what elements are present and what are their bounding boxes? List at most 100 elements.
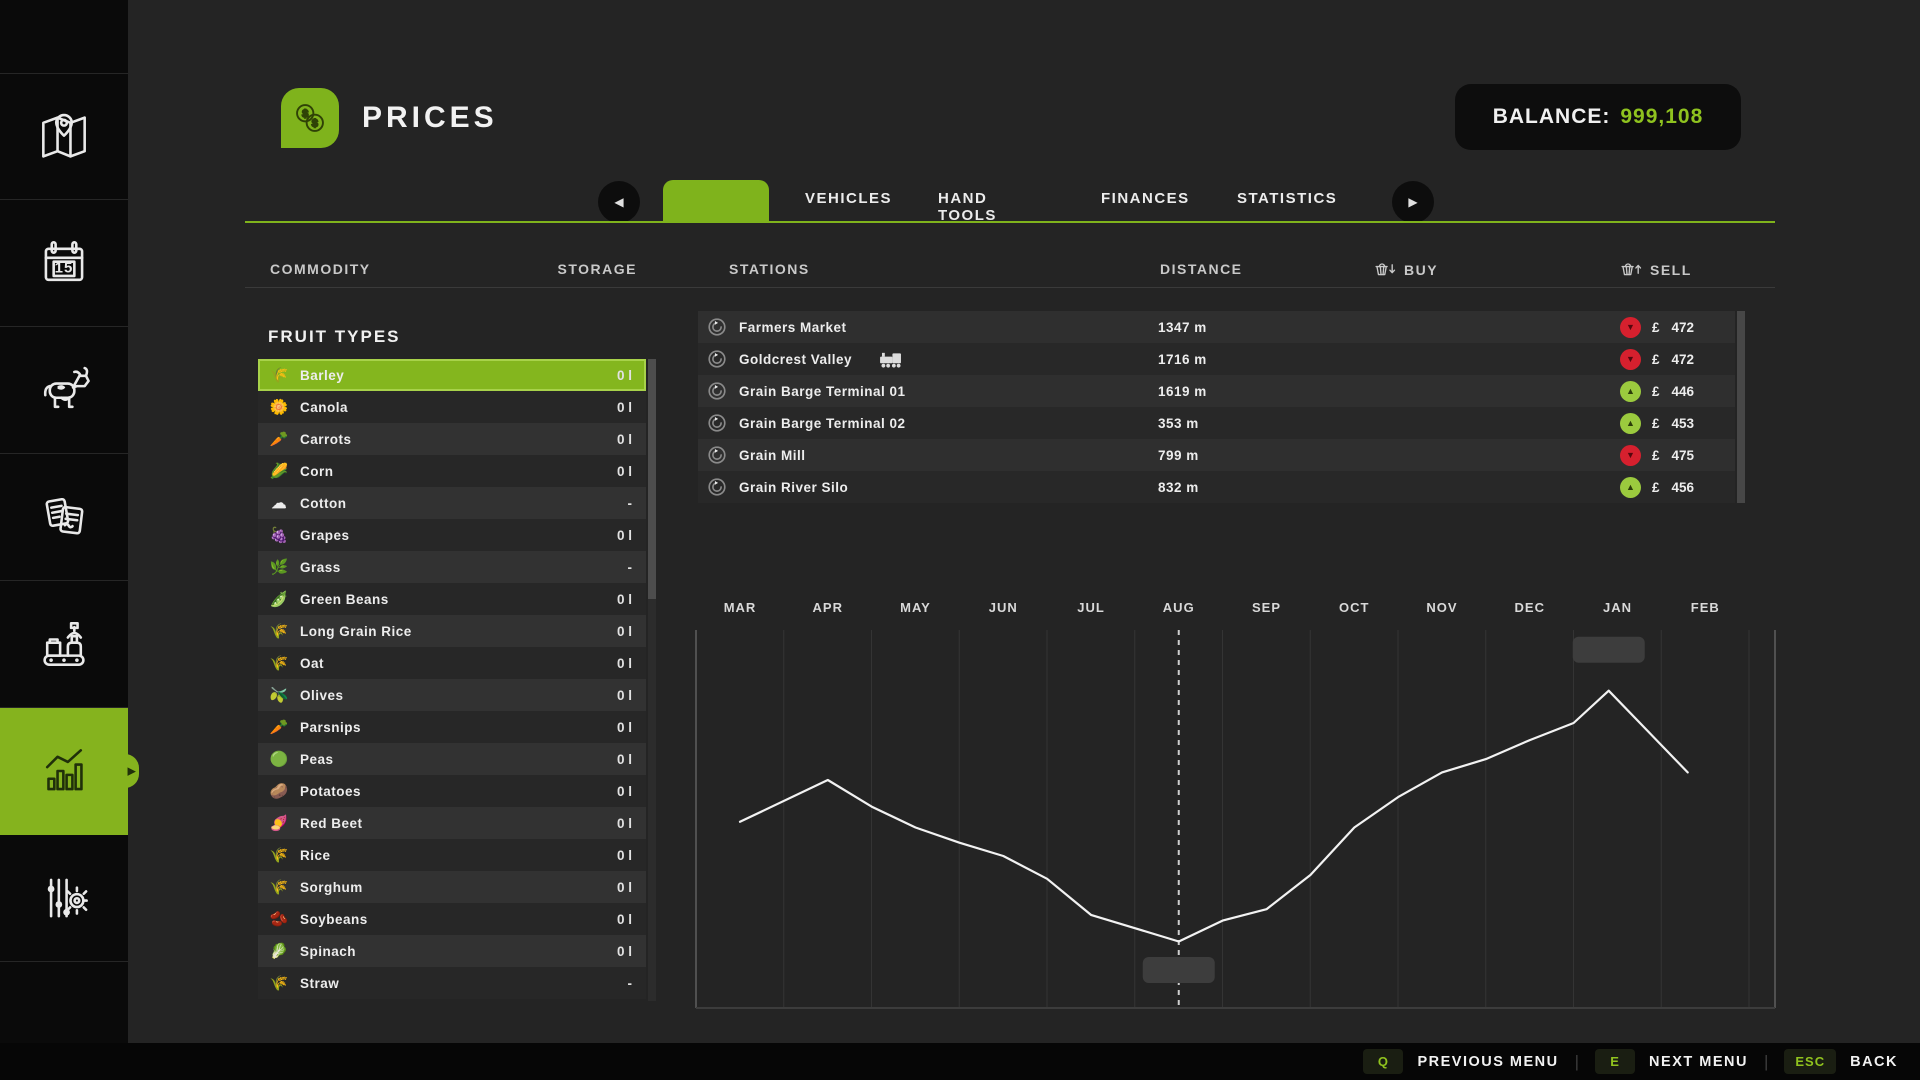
station-row[interactable]: Farmers Market 1347 m ▼ £ 472	[698, 311, 1735, 343]
column-header-storage: STORAGE	[557, 261, 637, 277]
fruit-type-row[interactable]: 🌾 Straw -	[258, 967, 646, 999]
sell-price-value: 456	[1671, 479, 1695, 495]
currency-symbol: £	[1652, 383, 1660, 399]
shortcut-back[interactable]: ESC BACK	[1784, 1049, 1898, 1074]
station-distance: 832 m	[1158, 479, 1199, 495]
station-row[interactable]: Grain Barge Terminal 02 353 m ▲ £ 453	[698, 407, 1735, 439]
fruit-name: Peas	[300, 751, 334, 767]
statistics-icon	[33, 740, 95, 802]
sidebar-item-statistics[interactable]: ▶	[0, 708, 136, 835]
active-notch-icon: ▶	[127, 765, 136, 778]
station-sell-price: £ 446	[1652, 384, 1694, 399]
sidebar-item-map[interactable]: ▶	[0, 73, 128, 200]
fruit-list-scroll-thumb[interactable]	[648, 359, 656, 599]
fruit-icon: 🫒	[269, 687, 289, 704]
shortcut-previous-menu[interactable]: Q PREVIOUS MENU	[1363, 1049, 1558, 1074]
sell-price-value: 472	[1671, 319, 1695, 335]
sidebar-item-production[interactable]: ▶	[0, 581, 128, 708]
sidebar-item-calendar[interactable]: 15 ▶	[0, 200, 128, 327]
fruit-type-row[interactable]: 🫘 Soybeans 0 l	[258, 903, 646, 935]
prices-coins-icon	[281, 88, 339, 148]
train-icon	[878, 350, 904, 369]
map-icon	[33, 106, 95, 168]
sidebar-item-animals[interactable]: ▶	[0, 327, 128, 454]
stations-scrollbar[interactable]	[1737, 311, 1745, 503]
visit-station-icon	[706, 348, 728, 370]
fruit-storage-value: 0 l	[616, 463, 632, 479]
fruit-type-row[interactable]: 🥕 Parsnips 0 l	[258, 711, 646, 743]
fruit-name: Canola	[300, 399, 349, 415]
fruit-storage-value: 0 l	[616, 591, 632, 607]
tab-hand-tools[interactable]: HAND TOOLS	[938, 190, 997, 224]
column-header-distance: DISTANCE	[1160, 261, 1243, 277]
station-name: Goldcrest Valley	[739, 351, 853, 367]
tab-finances[interactable]: FINANCES	[1101, 190, 1190, 207]
fruit-type-row[interactable]: 🌾 Sorghum 0 l	[258, 871, 646, 903]
shortcut-label: BACK	[1850, 1053, 1898, 1070]
fruit-type-row[interactable]: ☁ Cotton -	[258, 487, 646, 519]
currency-symbol: £	[1652, 479, 1660, 495]
fruit-name: Corn	[300, 463, 334, 479]
production-icon	[33, 613, 95, 675]
basket-sell-icon	[1620, 261, 1642, 278]
tab-vehicles[interactable]: VEHICLES	[805, 190, 892, 207]
fruit-icon: 🍠	[269, 815, 289, 832]
sidebar-item-contracts[interactable]: ▶	[0, 454, 128, 581]
footer-bar: Q PREVIOUS MENU | E NEXT MENU | ESC BACK	[0, 1043, 1920, 1080]
month-label-mar: MAR	[724, 600, 757, 615]
fruit-type-row[interactable]: 🌽 Corn 0 l	[258, 455, 646, 487]
fruit-name: Rice	[300, 847, 331, 863]
fruit-storage-value: 0 l	[616, 783, 632, 799]
sell-price-value: 475	[1671, 447, 1695, 463]
fruit-type-row[interactable]: 🥕 Carrots 0 l	[258, 423, 646, 455]
contracts-icon	[33, 486, 95, 548]
fruit-name: Olives	[300, 687, 344, 703]
fruit-type-row[interactable]: 🌾 Barley 0 l	[258, 359, 646, 391]
tab-active-prices[interactable]	[663, 180, 769, 223]
station-row[interactable]: Grain Mill 799 m ▼ £ 475	[698, 439, 1735, 471]
fruit-type-row[interactable]: 🌿 Grass -	[258, 551, 646, 583]
month-label-oct: OCT	[1339, 600, 1369, 615]
fruit-storage-value: 0 l	[616, 399, 632, 415]
fruit-name: Straw	[300, 975, 340, 991]
line-minimum-label-box	[1142, 957, 1215, 983]
fruit-type-row[interactable]: 🌼 Canola 0 l	[258, 391, 646, 423]
price-chart-svg: MAR APR MAY JUN JUL AUG SEP OCT NOV DEC JAN FEB	[695, 600, 1776, 1009]
fruit-icon: 🌼	[269, 399, 289, 416]
station-row[interactable]: Grain Barge Terminal 01 1619 m ▲ £ 446	[698, 375, 1735, 407]
tab-statistics[interactable]: STATISTICS	[1237, 190, 1337, 207]
sidebar: ▶ 15 ▶ ▶ ▶ ▶ ▶ ▶	[0, 0, 136, 1080]
fruit-list-scrollbar[interactable]	[648, 359, 656, 1001]
fruit-icon: 🌿	[269, 559, 289, 576]
station-name: Grain Barge Terminal 01	[739, 383, 906, 399]
fruit-name: Grass	[300, 559, 341, 575]
tabs-next-button[interactable]: ▶	[1392, 181, 1434, 223]
fruit-name: Grapes	[300, 527, 350, 543]
shortcut-next-menu[interactable]: E NEXT MENU	[1595, 1049, 1748, 1074]
sidebar-item-settings[interactable]: ▶	[0, 835, 128, 962]
station-row[interactable]: Goldcrest Valley 1716 m ▼ £ 472	[698, 343, 1735, 375]
fruit-type-row[interactable]: 🍠 Red Beet 0 l	[258, 807, 646, 839]
fruit-types-list: 🌾 Barley 0 l 🌼 Canola 0 l 🥕 Carrots 0 l …	[258, 359, 646, 999]
fruit-type-row[interactable]: 🌾 Oat 0 l	[258, 647, 646, 679]
fruit-type-row[interactable]: 🥬 Spinach 0 l	[258, 935, 646, 967]
fruit-storage-value: 0 l	[616, 815, 632, 831]
visit-station-icon	[706, 412, 728, 434]
arrow-left-icon: ◀	[614, 195, 624, 209]
column-header-stations: STATIONS	[729, 261, 810, 277]
station-sell-price: £ 453	[1652, 416, 1694, 431]
station-distance: 1347 m	[1158, 319, 1207, 335]
fruit-type-row[interactable]: 🍇 Grapes 0 l	[258, 519, 646, 551]
fruit-type-row[interactable]: 🌾 Long Grain Rice 0 l	[258, 615, 646, 647]
fruit-type-row[interactable]: 🫛 Green Beans 0 l	[258, 583, 646, 615]
fruit-type-row[interactable]: 🥔 Potatoes 0 l	[258, 775, 646, 807]
header-separator	[245, 287, 1775, 288]
fruit-type-row[interactable]: 🫒 Olives 0 l	[258, 679, 646, 711]
page-title: PRICES	[362, 101, 498, 134]
fruit-icon: 🥔	[269, 783, 289, 800]
fruit-type-row[interactable]: 🌾 Rice 0 l	[258, 839, 646, 871]
station-distance: 799 m	[1158, 447, 1199, 463]
fruit-type-row[interactable]: 🟢 Peas 0 l	[258, 743, 646, 775]
tabs-prev-button[interactable]: ◀	[598, 181, 640, 223]
station-row[interactable]: Grain River Silo 832 m ▲ £ 456	[698, 471, 1735, 503]
